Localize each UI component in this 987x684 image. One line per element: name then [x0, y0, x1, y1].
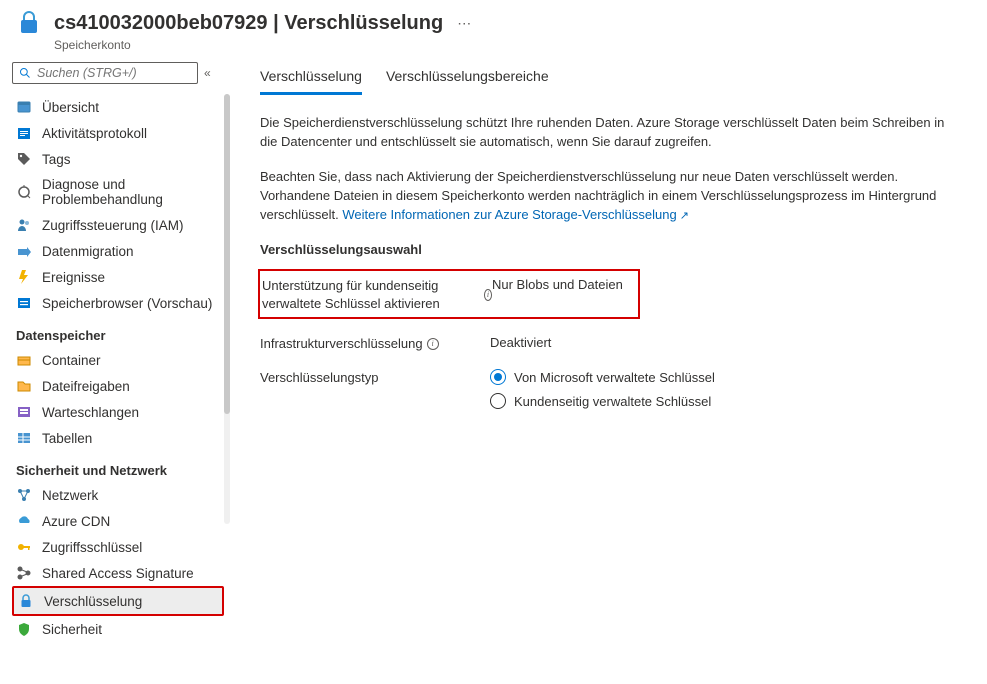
sidebar-item-datenmigration[interactable]: Datenmigration [12, 238, 224, 264]
cdn-icon [16, 513, 32, 529]
info-icon[interactable]: i [484, 289, 492, 301]
search-input[interactable] [37, 66, 191, 80]
sidebar-item-label: Container [42, 353, 101, 368]
sidebar-item-zugriffssteuerung-iam[interactable]: Zugriffssteuerung (IAM) [12, 212, 224, 238]
sidebar-item-label: Sicherheit [42, 622, 102, 637]
sidebar-item-ereignisse[interactable]: Ereignisse [12, 264, 224, 290]
browser-icon [16, 295, 32, 311]
search-icon [19, 67, 31, 79]
main-content: VerschlüsselungVerschlüsselungsbereiche … [232, 60, 987, 642]
container-icon [16, 352, 32, 368]
sidebar-scrollbar[interactable] [224, 94, 230, 524]
infra-encryption-label: Infrastrukturverschlüsselung i [260, 335, 490, 353]
sidebar-item-label: Warteschlangen [42, 405, 139, 420]
lock-icon [16, 10, 42, 36]
encryption-selection-heading: Verschlüsselungsauswahl [260, 242, 963, 257]
sas-icon [16, 565, 32, 581]
shield-icon [16, 621, 32, 637]
table-icon [16, 430, 32, 446]
resource-type-label: Speicherkonto [54, 38, 477, 52]
encryption-type-radio-group: Von Microsoft verwaltete Schlüssel Kunden… [490, 369, 715, 409]
sidebar-item-tabellen[interactable]: Tabellen [12, 425, 224, 451]
sidebar-item-dateifreigaben[interactable]: Dateifreigaben [12, 373, 224, 399]
sidebar-item-sicherheit[interactable]: Sicherheit [12, 616, 224, 642]
sidebar-item-label: Zugriffssteuerung (IAM) [42, 218, 184, 233]
sidebar-item-label: Tabellen [42, 431, 92, 446]
radio-kundenseitig-verwaltete-schl-ssel[interactable]: Kundenseitig verwaltete Schlüssel [490, 393, 715, 409]
migration-icon [16, 243, 32, 259]
encryption-type-label: Verschlüsselungstyp [260, 369, 490, 387]
sidebar-item-zugriffsschl-ssel[interactable]: Zugriffsschlüssel [12, 534, 224, 560]
fileshare-icon [16, 378, 32, 394]
tags-icon [16, 151, 32, 167]
diagnose-icon [16, 184, 32, 200]
sidebar-item-label: Netzwerk [42, 488, 98, 503]
highlight-cmk-support: Unterstützung für kundenseitig verwaltet… [258, 269, 640, 319]
sidebar-item-warteschlangen[interactable]: Warteschlangen [12, 399, 224, 425]
sidebar-item-shared-access-signature[interactable]: Shared Access Signature [12, 560, 224, 586]
sidebar-item-label: Speicherbrowser (Vorschau) [42, 296, 212, 311]
sidebar-item-label: Ereignisse [42, 270, 105, 285]
learn-more-link[interactable]: Weitere Informationen zur Azure Storage-… [342, 207, 689, 222]
events-icon [16, 269, 32, 285]
sidebar-item-label: Datenmigration [42, 244, 134, 259]
lock-icon [18, 593, 34, 609]
sidebar-item-azure-cdn[interactable]: Azure CDN [12, 508, 224, 534]
sidebar-item-label: Tags [42, 152, 71, 167]
sidebar-item-label: Shared Access Signature [42, 566, 194, 581]
radio-von-microsoft-verwaltete-schl-ssel[interactable]: Von Microsoft verwaltete Schlüssel [490, 369, 715, 385]
page-header: cs410032000beb07929 | Verschlüsselung ⋯ … [0, 0, 987, 60]
tab-verschl-sselungsbereiche[interactable]: Verschlüsselungsbereiche [386, 62, 549, 95]
sidebar-item-label: Diagnose und Problembehandlung [42, 177, 220, 207]
sidebar-item-tags[interactable]: Tags [12, 146, 224, 172]
intro-paragraph-2: Beachten Sie, dass nach Aktivierung der … [260, 167, 960, 226]
sidebar-item-container[interactable]: Container [12, 347, 224, 373]
radio-label: Von Microsoft verwaltete Schlüssel [514, 370, 715, 385]
network-icon [16, 487, 32, 503]
sidebar-item-label: Dateifreigaben [42, 379, 130, 394]
radio-button-icon [490, 393, 506, 409]
page-title: cs410032000beb07929 | Verschlüsselung [54, 10, 443, 36]
search-input-wrapper[interactable] [12, 62, 198, 84]
tab-verschl-sselung[interactable]: Verschlüsselung [260, 62, 362, 95]
nav-section-security: Sicherheit und Netzwerk [12, 451, 224, 482]
activity-icon [16, 125, 32, 141]
sidebar-item-aktivit-tsprotokoll[interactable]: Aktivitätsprotokoll [12, 120, 224, 146]
sidebar-item-bersicht[interactable]: Übersicht [12, 94, 224, 120]
radio-button-icon [490, 369, 506, 385]
sidebar-item-label: Verschlüsselung [44, 594, 142, 609]
nav-section-datastore: Datenspeicher [12, 316, 224, 347]
sidebar-item-netzwerk[interactable]: Netzwerk [12, 482, 224, 508]
sidebar-item-label: Übersicht [42, 100, 99, 115]
sidebar-item-verschl-sselung[interactable]: Verschlüsselung [12, 586, 224, 616]
intro-paragraph-1: Die Speicherdienstverschlüsselung schütz… [260, 113, 960, 151]
infra-encryption-value: Deaktiviert [490, 335, 551, 350]
sidebar-item-label: Aktivitätsprotokoll [42, 126, 147, 141]
sidebar-item-label: Zugriffsschlüssel [42, 540, 142, 555]
more-menu-button[interactable]: ⋯ [451, 15, 477, 32]
cmk-support-label: Unterstützung für kundenseitig verwaltet… [262, 277, 492, 313]
tabs: Verschlüsselung Verschlüsselungsbereiche [260, 62, 963, 95]
sidebar-item-label: Azure CDN [42, 514, 110, 529]
iam-icon [16, 217, 32, 233]
overview-icon [16, 99, 32, 115]
key-icon [16, 539, 32, 555]
radio-label: Kundenseitig verwaltete Schlüssel [514, 394, 711, 409]
queue-icon [16, 404, 32, 420]
sidebar-item-diagnose-und-problembehandlung[interactable]: Diagnose und Problembehandlung [12, 172, 224, 212]
sidebar-item-speicherbrowser-vorschau[interactable]: Speicherbrowser (Vorschau) [12, 290, 224, 316]
info-icon[interactable]: i [427, 338, 439, 350]
sidebar: « Übersicht Aktivitätsprotokoll Tags Diagno… [0, 60, 232, 642]
collapse-sidebar-button[interactable]: « [204, 66, 211, 80]
cmk-support-value: Nur Blobs und Dateien [492, 277, 623, 292]
